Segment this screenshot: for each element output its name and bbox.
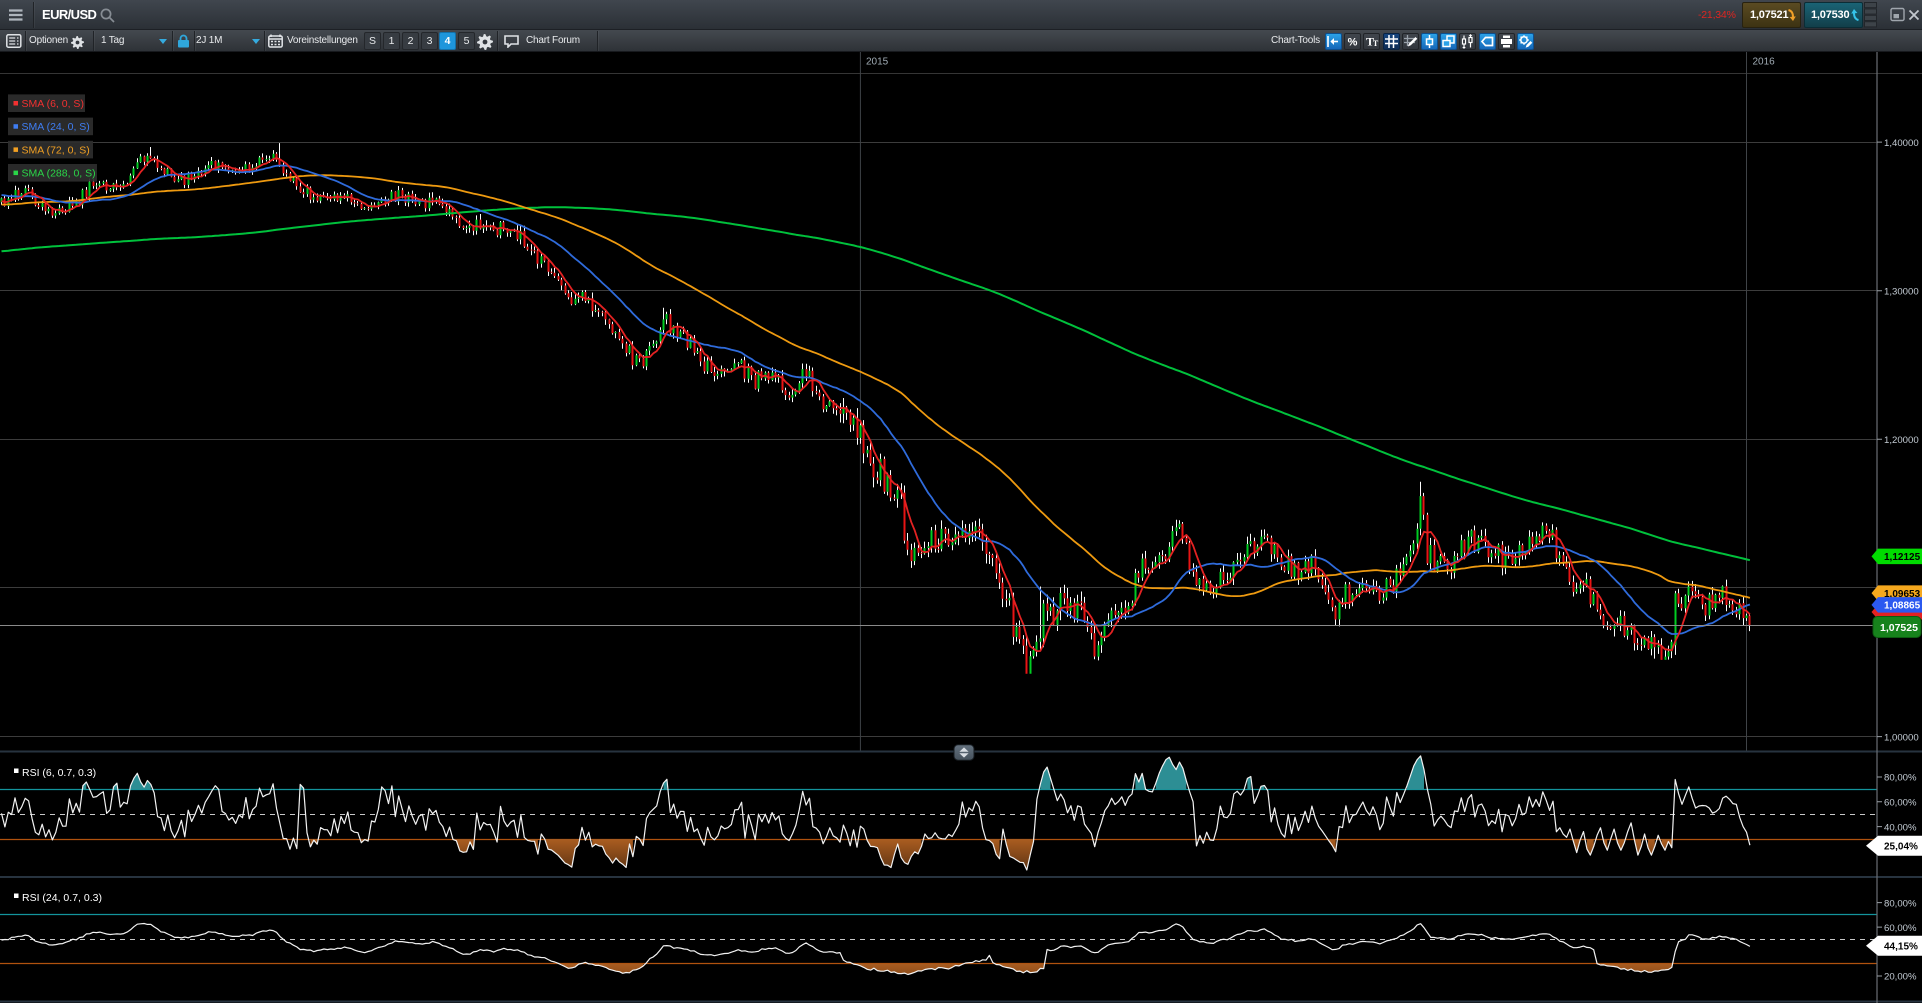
svg-text:SMA (288, 0, S): SMA (288, 0, S) — [22, 168, 96, 180]
svg-text:RSI (6, 0.7, 0.3): RSI (6, 0.7, 0.3) — [22, 767, 96, 779]
svg-text:25,04%: 25,04% — [1884, 842, 1918, 853]
svg-text:40,00%: 40,00% — [1884, 822, 1917, 833]
svg-text:80,00%: 80,00% — [1884, 898, 1917, 909]
svg-text:60,00%: 60,00% — [1884, 923, 1917, 934]
svg-text:60,00%: 60,00% — [1884, 798, 1917, 809]
svg-text:1,00000: 1,00000 — [1884, 732, 1919, 743]
svg-text:SMA (72, 0, S): SMA (72, 0, S) — [22, 144, 90, 156]
svg-text:RSI (24, 0.7, 0.3): RSI (24, 0.7, 0.3) — [22, 892, 102, 904]
svg-text:T: T — [1373, 39, 1379, 48]
svg-text:1,08865: 1,08865 — [1884, 601, 1921, 612]
svg-text:2016: 2016 — [1753, 57, 1776, 68]
svg-text:SMA (24, 0, S): SMA (24, 0, S) — [22, 121, 90, 133]
svg-text:SMA (6, 0, S): SMA (6, 0, S) — [22, 98, 84, 110]
svg-text:1,40000: 1,40000 — [1884, 138, 1919, 149]
svg-text:80,00%: 80,00% — [1884, 773, 1917, 784]
svg-text:2015: 2015 — [866, 57, 889, 68]
svg-text:1,07525: 1,07525 — [1880, 622, 1918, 634]
svg-text:20,00%: 20,00% — [1884, 972, 1917, 983]
svg-text:1,30000: 1,30000 — [1884, 286, 1919, 297]
svg-text:1,12125: 1,12125 — [1884, 552, 1921, 563]
svg-text:1,20000: 1,20000 — [1884, 435, 1919, 446]
svg-text:%: % — [1348, 36, 1358, 48]
svg-text:44,15%: 44,15% — [1884, 942, 1918, 953]
